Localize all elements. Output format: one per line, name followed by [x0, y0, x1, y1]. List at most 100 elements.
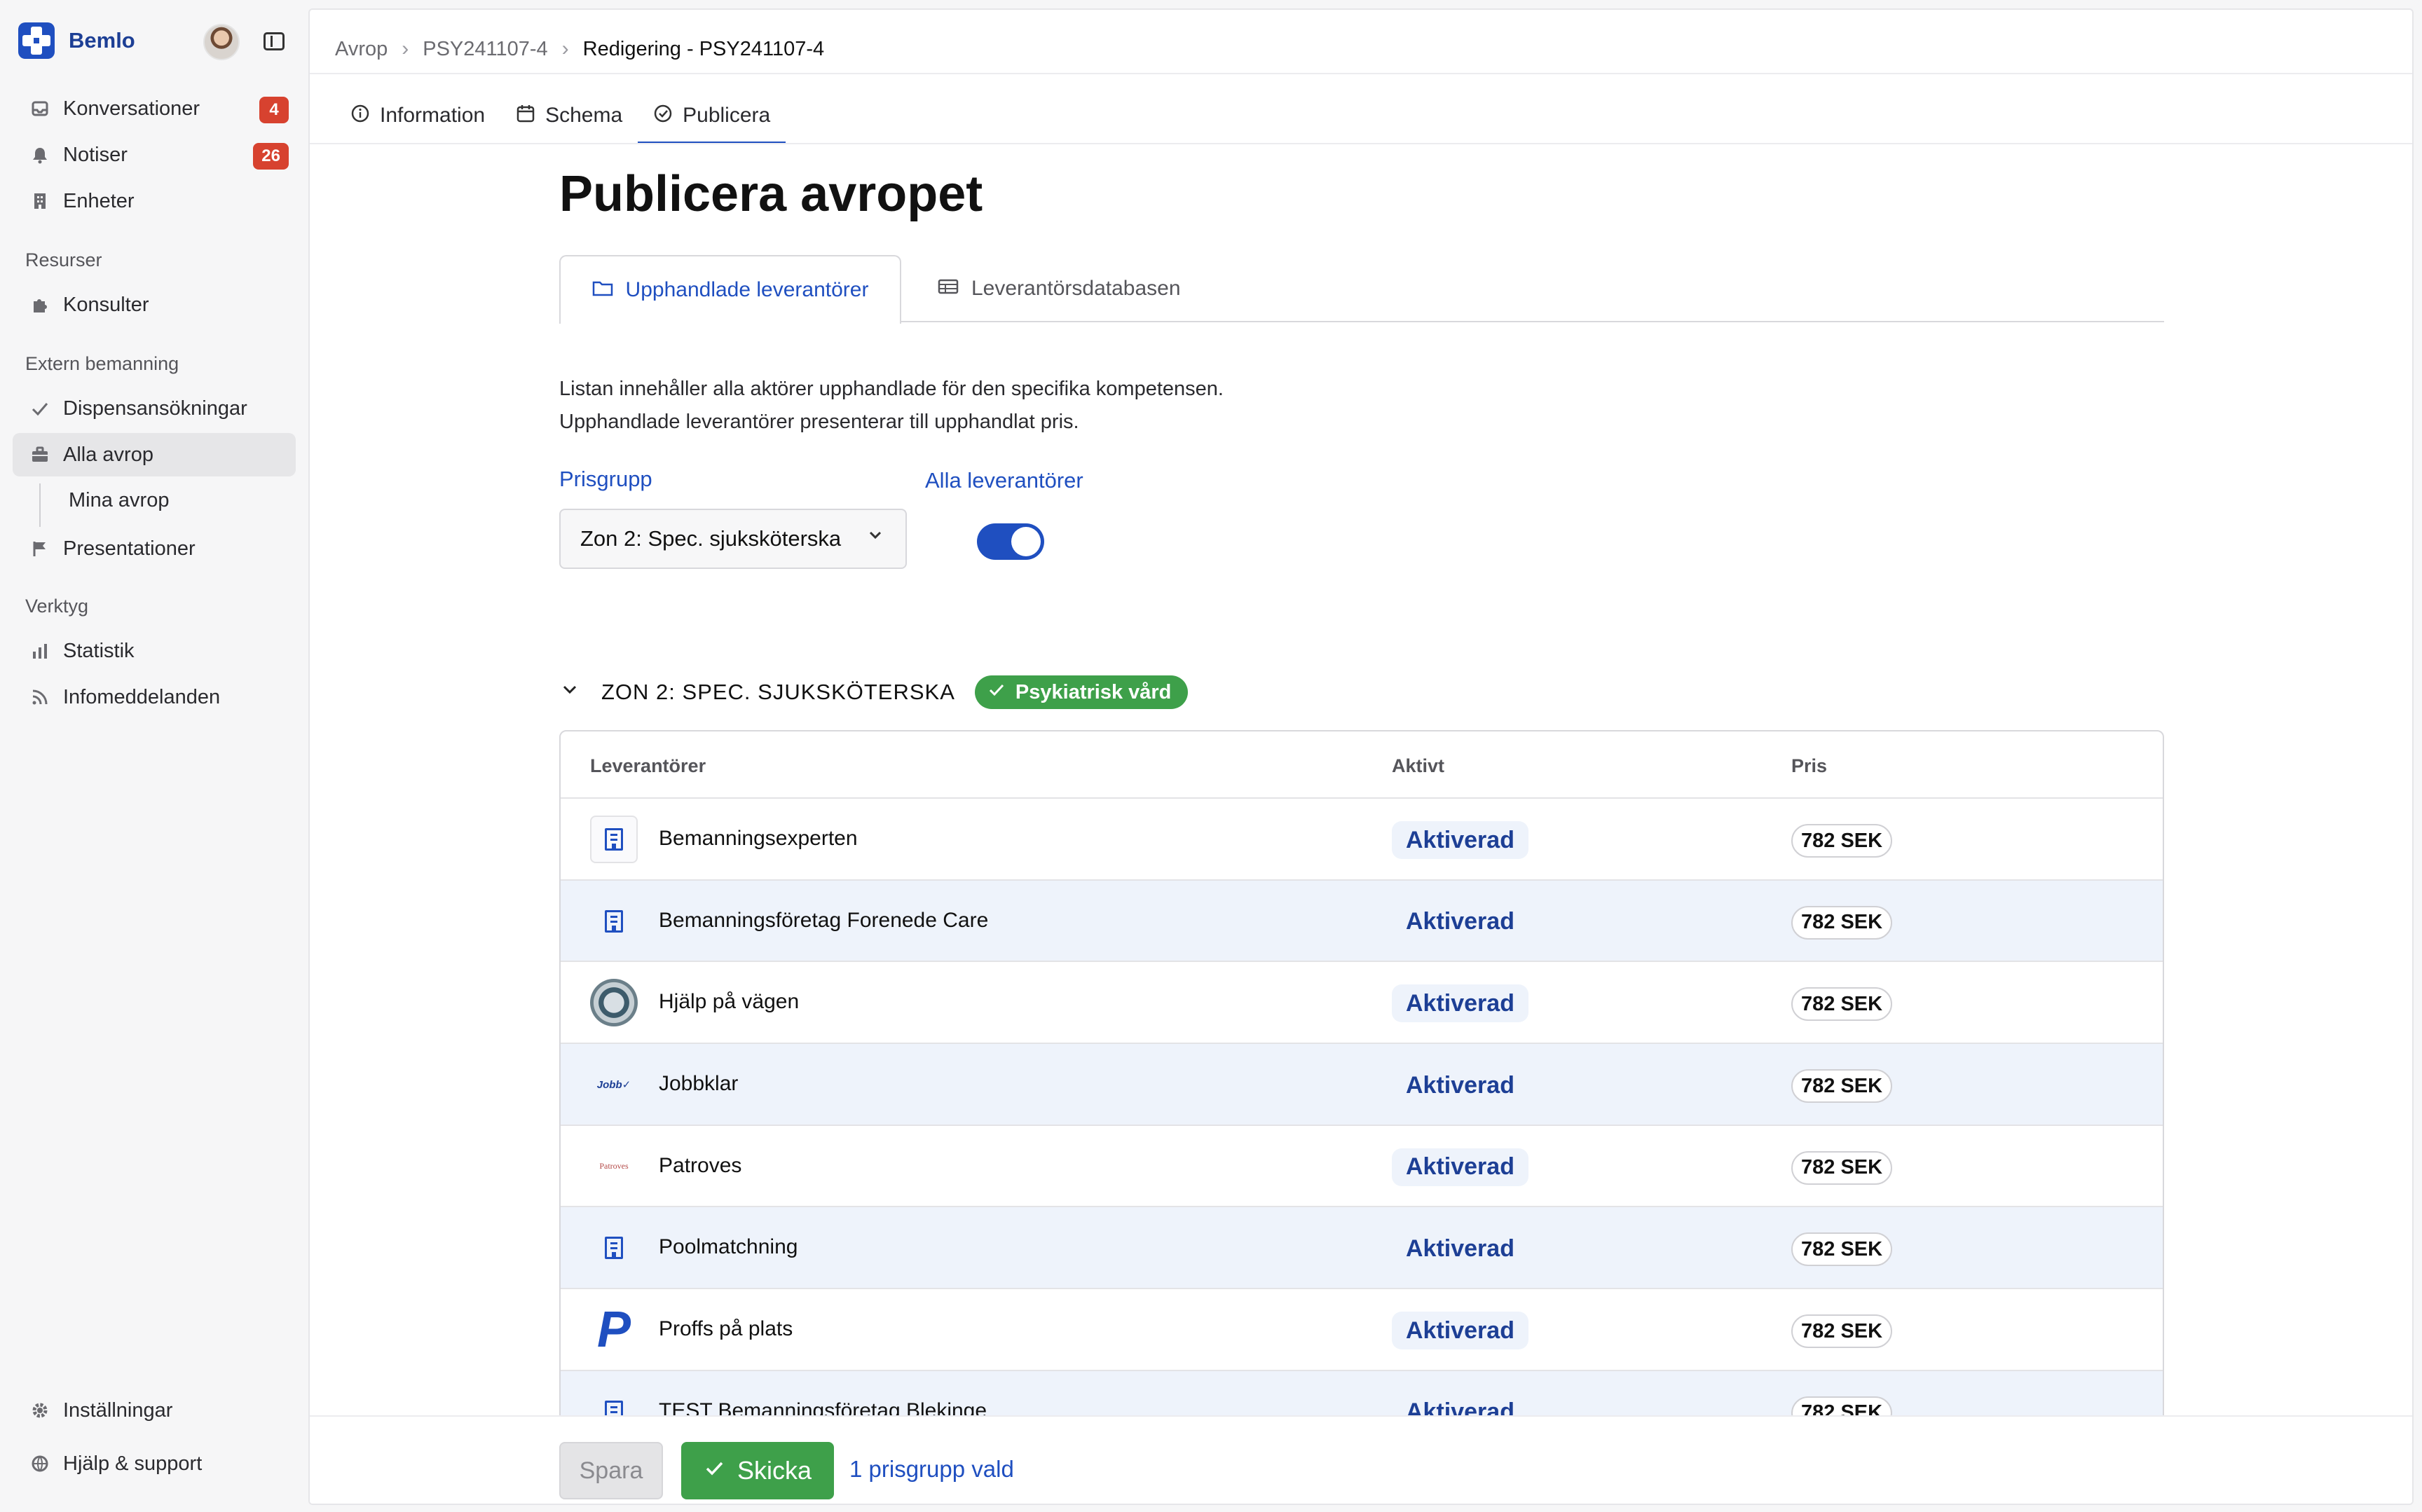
price-group-title: ZON 2: SPEC. SJUKSKÖTERSKA — [601, 680, 955, 704]
sidebar-item-statistik[interactable]: Statistik — [13, 629, 296, 673]
price-badge: 782 SEK — [1791, 824, 1893, 858]
table-body: Bemanningsexperten Aktiverad 782 SEK Bemann… — [561, 799, 2163, 1453]
sidebar-toggle-icon[interactable] — [264, 32, 285, 50]
calendar-icon — [516, 104, 535, 128]
sidebar-item-hjalp-support[interactable]: Hjälp & support — [13, 1442, 296, 1485]
status-badge[interactable]: Aktiverad — [1392, 1148, 1528, 1186]
column-header-leverantorer: Leverantörer — [590, 755, 706, 776]
brand-name: Bemlo — [69, 28, 135, 53]
save-button[interactable]: Spara — [559, 1442, 663, 1499]
subtab-upphandlade-leverantorer[interactable]: Upphandlade leverantörer — [559, 255, 901, 324]
description-line: Upphandlade leverantörer presenterar til… — [559, 411, 1079, 433]
sidebar-item-label: Dispensansökningar — [63, 397, 247, 420]
sidebar-item-infomeddelanden[interactable]: Infomeddelanden — [13, 675, 296, 719]
price-badge: 782 SEK — [1791, 1150, 1893, 1185]
check-icon — [987, 680, 1006, 704]
alla-leverantorer-label: Alla leverantörer — [925, 468, 1083, 493]
supplier-name: Patroves — [659, 1153, 742, 1177]
subtab-leverantorsdatabasen[interactable]: Leverantörsdatabasen — [924, 255, 1181, 322]
table-row[interactable]: Poolmatchning Aktiverad 782 SEK — [561, 1207, 2163, 1290]
sidebar-item-label: Konversationer — [63, 97, 200, 120]
flag-icon — [31, 539, 49, 558]
status-badge[interactable]: Aktiverad — [1392, 903, 1528, 941]
sidebar-item-installningar[interactable]: Inställningar — [13, 1389, 296, 1432]
inbox-icon — [31, 99, 49, 118]
table-row[interactable]: Jobb✓ Jobbklar Aktiverad 782 SEK — [561, 1044, 2163, 1126]
status-badge[interactable]: Aktiverad — [1392, 821, 1528, 859]
chevron-down-icon[interactable] — [559, 679, 584, 706]
supplier-name: Poolmatchning — [659, 1235, 798, 1259]
table-icon — [938, 277, 959, 300]
sidebar-item-dispensansokningar[interactable]: Dispensansökningar — [13, 387, 296, 430]
table-row[interactable]: Bemanningsföretag Forenede Care Aktiverad… — [561, 880, 2163, 963]
sidebar-item-label: Infomeddelanden — [63, 685, 221, 708]
subtab-bar: Upphandlade leverantörer Leverantörsdata… — [559, 255, 2164, 324]
price-badge: 782 SEK — [1791, 1069, 1893, 1104]
price-badge: 782 SEK — [1791, 1232, 1893, 1267]
table-row[interactable]: P Proffs på plats Aktiverad 782 SEK — [561, 1289, 2163, 1371]
sidebar-item-presentationer[interactable]: Presentationer — [13, 527, 296, 570]
sidebar-item-label: Hjälp & support — [63, 1452, 203, 1475]
supplier-logo: P — [596, 1302, 631, 1359]
column-header-pris: Pris — [1791, 755, 1828, 776]
chevron-right-icon: › — [402, 37, 409, 60]
price-group-header[interactable]: ZON 2: SPEC. SJUKSKÖTERSKA Psykiatrisk v… — [559, 673, 1189, 712]
sidebar-item-label: Alla avrop — [63, 443, 153, 466]
subtab-label: Leverantörsdatabasen — [971, 277, 1181, 300]
supplier-name: Bemanningsexperten — [659, 827, 858, 850]
send-button[interactable]: Skicka — [681, 1442, 834, 1499]
building-shape — [605, 1237, 623, 1260]
sidebar-item-label: Enheter — [63, 189, 135, 212]
prisgrupp-select[interactable]: Zon 2: Spec. sjuksköterska — [559, 509, 907, 569]
sidebar-item-label: Notiser — [63, 143, 128, 166]
status-badge[interactable]: Aktiverad — [1392, 1230, 1528, 1267]
bemlo-logo-icon — [18, 22, 55, 59]
tab-publicera[interactable]: Publicera — [638, 87, 786, 144]
breadcrumb-item-current: Redigering - PSY241107-4 — [582, 37, 825, 60]
chevron-down-icon — [866, 525, 884, 549]
sidebar-item-konversationer[interactable]: Konversationer 4 — [13, 87, 296, 130]
table-row[interactable]: Patroves Patroves Aktiverad 782 SEK — [561, 1125, 2163, 1208]
selected-count-link[interactable]: 1 prisgrupp vald — [849, 1456, 1014, 1483]
section-title-extern-bemanning: Extern bemanning — [25, 353, 179, 374]
main-panel: Avrop › PSY241107-4 › Redigering - PSY24… — [308, 8, 2414, 1505]
user-avatar[interactable] — [203, 24, 240, 60]
unread-badge: 4 — [259, 97, 289, 123]
sidebar-item-label: Konsulter — [63, 293, 149, 316]
breadcrumb-item-avrop[interactable]: Avrop — [335, 38, 388, 61]
alla-leverantorer-toggle[interactable] — [977, 523, 1044, 560]
status-badge[interactable]: Aktiverad — [1392, 984, 1528, 1023]
globe-icon — [31, 1455, 49, 1473]
breadcrumb-item-avrop-id[interactable]: PSY241107-4 — [423, 38, 547, 61]
tab-label: Publicera — [683, 104, 771, 127]
check-icon — [704, 1457, 725, 1485]
supplier-logo — [590, 979, 638, 1027]
bar-chart-icon — [31, 642, 49, 660]
price-badge: 782 SEK — [1791, 905, 1893, 940]
section-title-resurser: Resurser — [25, 249, 102, 270]
supplier-name: Jobbklar — [659, 1072, 739, 1096]
sidebar-item-konsulter[interactable]: Konsulter — [13, 283, 296, 327]
check-icon — [31, 399, 49, 418]
tab-bar: Information Schema Publicera — [335, 87, 786, 144]
sidebar-item-label: Inställningar — [63, 1398, 173, 1422]
status-badge[interactable]: Aktiverad — [1392, 1066, 1528, 1104]
notification-badge: 26 — [253, 143, 289, 170]
description: Listan innehåller alla aktörer upphandla… — [559, 373, 1224, 439]
brand[interactable]: Bemlo — [18, 21, 135, 60]
supplier-name: Hjälp på vägen — [659, 990, 800, 1014]
sidebar-item-mina-avrop[interactable]: Mina avrop — [69, 489, 169, 512]
breadcrumb: Avrop › PSY241107-4 › Redigering - PSY24… — [335, 28, 824, 70]
tab-information[interactable]: Information — [335, 87, 500, 144]
sidebar-item-enheter[interactable]: Enheter — [13, 179, 296, 223]
sidebar-item-notiser[interactable]: Notiser 26 — [13, 133, 296, 177]
price-badge: 782 SEK — [1791, 987, 1893, 1022]
sidebar-item-alla-avrop[interactable]: Alla avrop — [13, 433, 296, 476]
table-row[interactable]: Hjälp på vägen Aktiverad 782 SEK — [561, 962, 2163, 1045]
competence-badge: Psykiatrisk vård — [974, 675, 1189, 709]
tab-schema[interactable]: Schema — [500, 87, 638, 144]
status-badge[interactable]: Aktiverad — [1392, 1312, 1528, 1350]
table-row[interactable]: Bemanningsexperten Aktiverad 782 SEK — [561, 799, 2163, 881]
puzzle-icon — [31, 296, 49, 314]
tab-label: Schema — [545, 104, 623, 127]
